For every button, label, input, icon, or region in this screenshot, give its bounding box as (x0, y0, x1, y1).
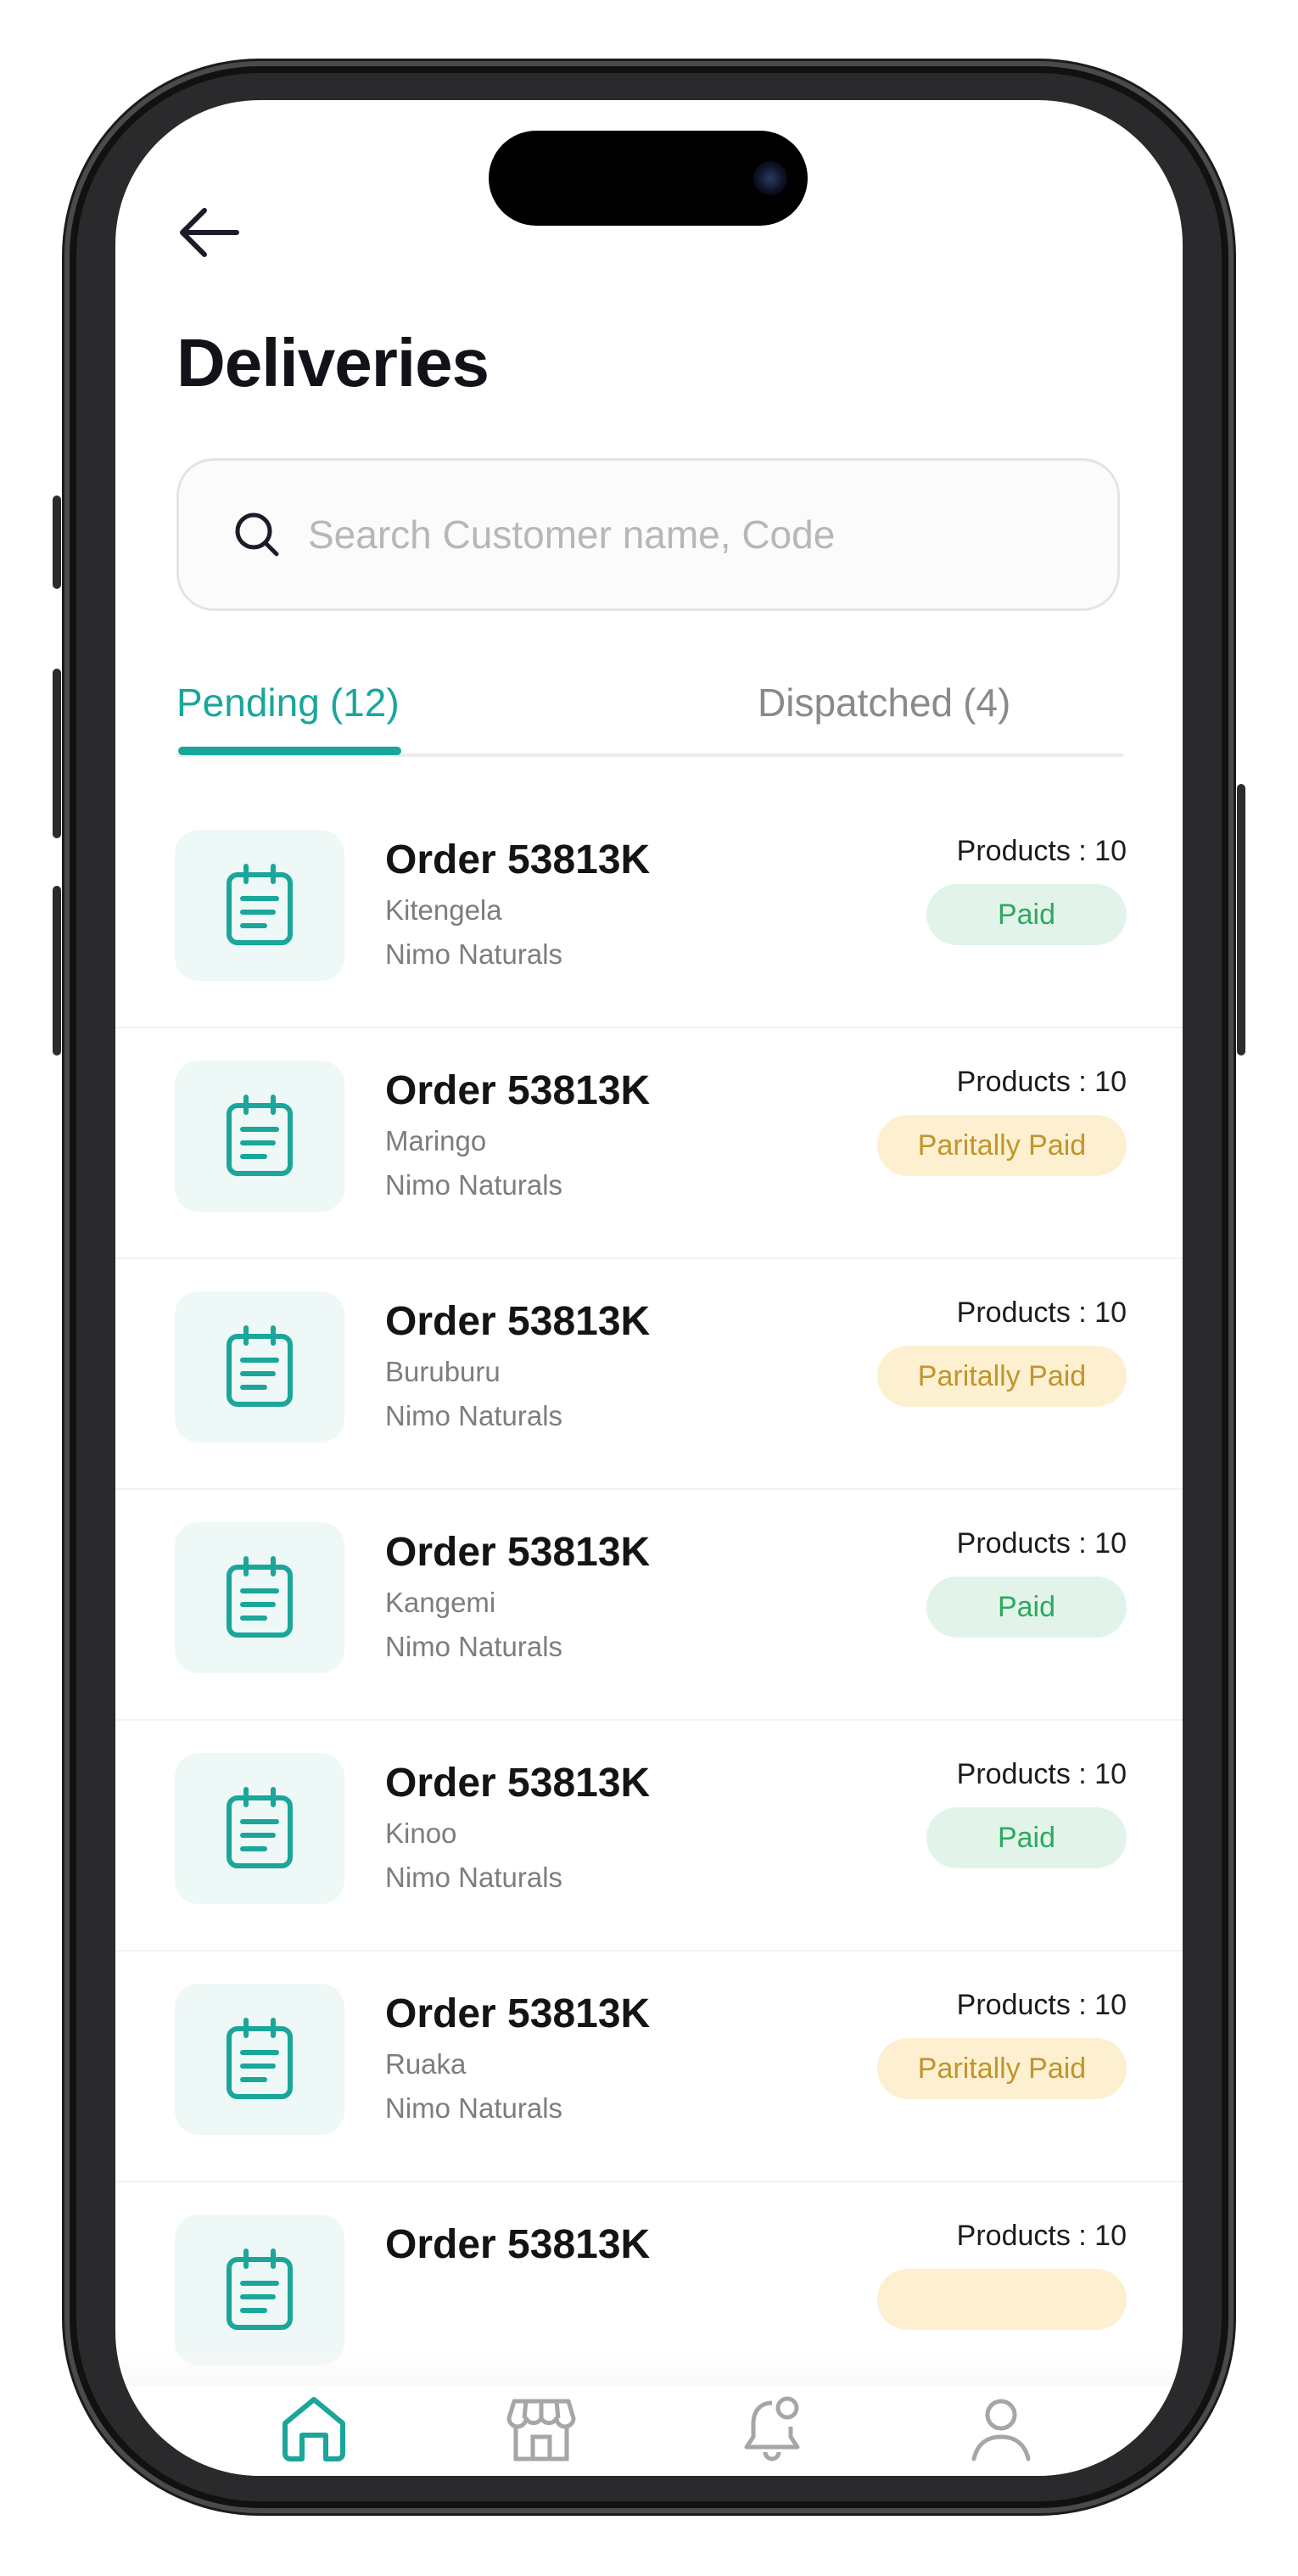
power-button (1237, 784, 1245, 1056)
order-location: Buruburu (385, 1356, 501, 1387)
order-vendor: Nimo Naturals (385, 1631, 563, 1662)
status-badge: Paritally Paid (877, 1346, 1127, 1407)
order-icon-box (175, 1522, 344, 1673)
order-vendor: Nimo Naturals (385, 2092, 563, 2124)
bottom-nav (115, 2386, 1183, 2476)
order-vendor: Nimo Naturals (385, 1169, 563, 1201)
order-title: Order 53813K (385, 837, 651, 882)
action-button (53, 496, 61, 589)
back-button[interactable] (175, 199, 243, 266)
status-badge: Paid (926, 1576, 1127, 1638)
order-location: Maringo (385, 1125, 487, 1156)
status-badge: Paritally Paid (877, 2038, 1127, 2099)
order-title: Order 53813K (385, 1068, 651, 1113)
nav-store[interactable] (490, 2386, 592, 2471)
clipboard-icon (227, 1787, 293, 1868)
order-vendor: Nimo Naturals (385, 938, 563, 970)
order-icon-box (175, 2215, 344, 2366)
search-input[interactable] (306, 511, 1073, 558)
order-location: Kangemi (385, 1587, 496, 1618)
order-location: Kitengela (385, 894, 502, 926)
profile-icon (971, 2399, 1031, 2461)
tab-count: (4) (963, 680, 1011, 725)
orders-list[interactable]: Order 53813K Kitengela Nimo Naturals Pro… (115, 798, 1183, 2386)
search-bar[interactable] (176, 458, 1120, 611)
order-products-count: Products : 10 (956, 1527, 1127, 1560)
order-title: Order 53813K (385, 1299, 651, 1344)
notification-bell-icon (744, 2396, 800, 2461)
order-icon-box (175, 830, 344, 981)
tab-dispatched[interactable]: Dispatched (4) (758, 669, 1010, 750)
list-item[interactable]: Order 53813K Buruburu Nimo Naturals Prod… (115, 1259, 1183, 1490)
order-products-count: Products : 10 (956, 835, 1127, 867)
order-products-count: Products : 10 (956, 1989, 1127, 2021)
order-products-count: Products : 10 (956, 1296, 1127, 1329)
store-icon (506, 2399, 576, 2461)
list-item[interactable]: Order 53813K Kitengela Nimo Naturals Pro… (115, 798, 1183, 1028)
search-icon (235, 512, 279, 557)
volume-down-button (53, 886, 61, 1056)
list-fade (115, 2349, 1183, 2386)
order-icon-box (175, 1753, 344, 1904)
tab-bar: Pending (12) Dispatched (4) (176, 669, 1123, 757)
list-item[interactable]: Order 53813K Maringo Nimo Naturals Produ… (115, 1028, 1183, 1259)
order-products-count: Products : 10 (956, 1758, 1127, 1790)
status-badge: Paritally Paid (877, 1115, 1127, 1176)
status-badge: Paid (926, 884, 1127, 945)
nav-home[interactable] (263, 2386, 365, 2471)
order-location: Kinoo (385, 1817, 457, 1849)
arrow-left-icon (180, 208, 239, 257)
front-camera (753, 161, 787, 195)
tab-pending[interactable]: Pending (12) (176, 669, 401, 755)
order-location: Ruaka (385, 2048, 467, 2080)
tab-label: Pending (176, 680, 320, 725)
home-icon (283, 2397, 345, 2461)
list-item[interactable]: Order 53813K Kangemi Nimo Naturals Produ… (115, 1490, 1183, 1721)
clipboard-icon (227, 864, 293, 945)
order-icon-box (175, 1291, 344, 1442)
clipboard-icon (227, 1095, 293, 1176)
volume-up-button (53, 669, 61, 838)
order-products-count: Products : 10 (956, 2220, 1127, 2252)
order-title: Order 53813K (385, 1991, 651, 2036)
tab-label: Dispatched (758, 680, 954, 725)
order-products-count: Products : 10 (956, 1066, 1127, 1098)
clipboard-icon (227, 2018, 293, 2099)
order-vendor: Nimo Naturals (385, 1862, 563, 1893)
list-item[interactable]: Order 53813K Kinoo Nimo Naturals Product… (115, 1721, 1183, 1952)
order-title: Order 53813K (385, 2222, 651, 2267)
app-screen: Deliveries Pending(12) Dispatched(4) (115, 100, 1183, 2476)
status-badge (877, 2269, 1127, 2330)
order-icon-box (175, 1061, 344, 1212)
status-badge: Paid (926, 1807, 1127, 1868)
clipboard-icon (227, 1325, 293, 1407)
clipboard-icon (227, 2248, 293, 2330)
order-vendor: Nimo Naturals (385, 1400, 563, 1431)
dynamic-island (489, 131, 808, 226)
nav-profile[interactable] (950, 2386, 1052, 2471)
order-title: Order 53813K (385, 1761, 651, 1806)
order-title: Order 53813K (385, 1530, 651, 1575)
clipboard-icon (227, 1556, 293, 1638)
page-title: Deliveries (176, 325, 490, 400)
tab-count: (12) (329, 680, 400, 725)
list-item[interactable]: Order 53813K Ruaka Nimo Naturals Product… (115, 1952, 1183, 2182)
nav-notifications[interactable] (721, 2386, 823, 2471)
order-icon-box (175, 1984, 344, 2135)
